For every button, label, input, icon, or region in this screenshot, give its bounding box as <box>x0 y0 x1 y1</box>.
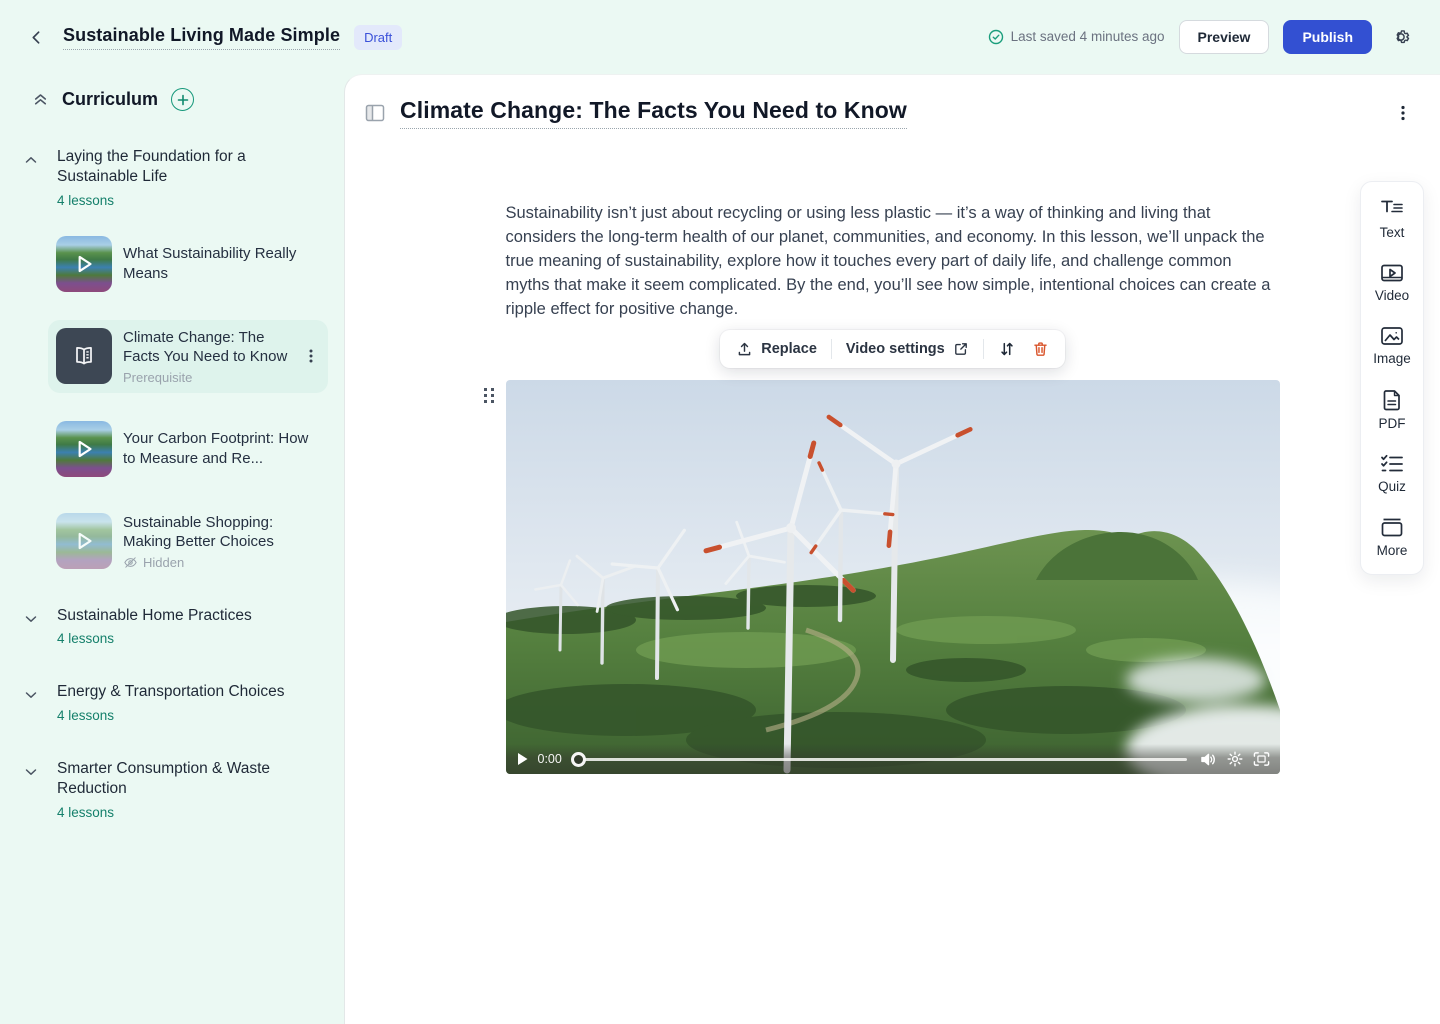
header-actions: Last saved 4 minutes ago Preview Publish <box>988 20 1416 55</box>
lesson-editor-panel: Climate Change: The Facts You Need to Kn… <box>344 74 1440 1024</box>
video-block-toolbar: Replace Video settings <box>720 330 1064 368</box>
chevron-up-icon[interactable] <box>23 152 39 168</box>
video-settings-button[interactable]: Video settings <box>844 339 971 359</box>
section-header[interactable]: Smarter Consumption & Waste Reduction 4 … <box>0 759 344 820</box>
volume-icon[interactable] <box>1200 752 1217 767</box>
last-saved-status: Last saved 4 minutes ago <box>988 29 1165 45</box>
lesson-badge-prerequisite: Prerequisite <box>123 370 291 385</box>
add-quiz-block-button[interactable]: Quiz <box>1372 454 1412 494</box>
add-more-blocks-button[interactable]: More <box>1371 517 1414 558</box>
curriculum-section: Energy & Transportation Choices 4 lesson… <box>0 682 344 722</box>
sidebar-toggle-icon[interactable] <box>363 102 387 124</box>
section-header[interactable]: Sustainable Home Practices 4 lessons <box>0 606 344 646</box>
preview-button[interactable]: Preview <box>1179 20 1270 55</box>
lesson-list: What Sustainability Really Means Climate… <box>0 228 344 578</box>
lesson-title: Your Carbon Footprint: How to Measure an… <box>123 429 320 468</box>
course-title[interactable]: Sustainable Living Made Simple <box>63 25 340 50</box>
section-title: Laying the Foundation for a Sustainable … <box>57 147 320 188</box>
curriculum-sidebar: Curriculum Laying the Foundation for a S… <box>0 74 344 1024</box>
toolbar-divider <box>831 339 832 359</box>
lesson-paragraph[interactable]: Sustainability isn’t just about recyclin… <box>506 201 1280 321</box>
move-reorder-icon[interactable] <box>996 338 1018 360</box>
play-button[interactable] <box>516 752 529 766</box>
curriculum-title: Curriculum <box>62 89 158 110</box>
curriculum-section: Laying the Foundation for a Sustainable … <box>0 147 344 578</box>
lesson-heading[interactable]: Climate Change: The Facts You Need to Kn… <box>400 97 907 129</box>
last-saved-text: Last saved 4 minutes ago <box>1011 29 1165 44</box>
add-pdf-block-button[interactable]: PDF <box>1373 389 1412 431</box>
content-blocks-panel: Text Video Image PDF <box>1360 181 1424 575</box>
lesson-kebab-menu[interactable] <box>302 344 320 368</box>
top-header: Sustainable Living Made Simple Draft Las… <box>0 0 1440 74</box>
curriculum-section: Smarter Consumption & Waste Reduction 4 … <box>0 759 344 820</box>
fullscreen-icon[interactable] <box>1253 751 1270 767</box>
play-icon <box>56 236 112 292</box>
more-stack-icon <box>1380 517 1404 538</box>
play-icon <box>56 513 112 569</box>
section-header[interactable]: Laying the Foundation for a Sustainable … <box>0 147 344 208</box>
lesson-title: What Sustainability Really Means <box>123 244 320 283</box>
curriculum-section: Sustainable Home Practices 4 lessons <box>0 606 344 646</box>
curriculum-header: Curriculum <box>0 88 344 111</box>
chevron-down-icon[interactable] <box>23 764 39 780</box>
external-link-icon <box>953 341 969 357</box>
quiz-checklist-icon <box>1380 454 1404 474</box>
text-icon <box>1380 198 1404 220</box>
lesson-title: Climate Change: The Facts You Need to Kn… <box>123 328 291 367</box>
video-controls-bar: 0:00 <box>506 744 1280 774</box>
add-section-button[interactable] <box>171 88 194 111</box>
add-image-block-button[interactable]: Image <box>1367 326 1417 366</box>
check-circle-icon <box>988 29 1004 45</box>
add-video-block-button[interactable]: Video <box>1369 263 1415 303</box>
lesson-badge-hidden: Hidden <box>143 555 184 570</box>
collapse-all-icon[interactable] <box>30 89 51 110</box>
video-timestamp: 0:00 <box>538 752 562 766</box>
video-icon <box>1380 263 1404 283</box>
settings-gear-icon[interactable] <box>1386 22 1416 52</box>
lesson-title: Sustainable Shopping: Making Better Choi… <box>123 513 320 552</box>
toolbar-divider <box>983 339 984 359</box>
section-title: Sustainable Home Practices <box>57 606 252 626</box>
open-book-icon <box>70 342 98 370</box>
lesson-item[interactable]: What Sustainability Really Means <box>48 228 328 300</box>
lesson-options-kebab[interactable] <box>1392 100 1414 126</box>
video-player[interactable]: 0:00 <box>506 380 1280 774</box>
eye-off-icon <box>123 555 138 570</box>
video-thumbnail <box>56 421 112 477</box>
video-thumbnail <box>56 236 112 292</box>
section-lesson-count: 4 lessons <box>57 631 252 646</box>
publish-button[interactable]: Publish <box>1283 20 1372 55</box>
drag-handle-icon[interactable] <box>481 385 497 406</box>
section-title: Smarter Consumption & Waste Reduction <box>57 759 320 800</box>
video-thumbnail <box>56 513 112 569</box>
player-settings-icon[interactable] <box>1227 751 1243 767</box>
reading-thumbnail <box>56 328 112 384</box>
replace-button[interactable]: Replace <box>734 339 819 360</box>
section-lesson-count: 4 lessons <box>57 708 284 723</box>
section-lesson-count: 4 lessons <box>57 805 320 820</box>
pdf-icon <box>1382 389 1402 411</box>
delete-block-icon[interactable] <box>1030 338 1051 360</box>
play-icon <box>56 421 112 477</box>
lesson-item-hidden[interactable]: Sustainable Shopping: Making Better Choi… <box>48 505 328 578</box>
section-header[interactable]: Energy & Transportation Choices 4 lesson… <box>0 682 344 722</box>
chevron-down-icon[interactable] <box>23 687 39 703</box>
video-progress-bar[interactable] <box>571 752 1187 767</box>
lesson-item[interactable]: Your Carbon Footprint: How to Measure an… <box>48 413 328 485</box>
back-button[interactable] <box>24 25 49 50</box>
image-icon <box>1380 326 1404 346</box>
add-text-block-button[interactable]: Text <box>1374 198 1411 240</box>
lesson-item-selected[interactable]: Climate Change: The Facts You Need to Kn… <box>48 320 328 393</box>
section-lesson-count: 4 lessons <box>57 193 320 208</box>
upload-icon <box>736 341 753 358</box>
status-badge: Draft <box>354 25 402 50</box>
section-title: Energy & Transportation Choices <box>57 682 284 702</box>
video-block: 0:00 <box>506 380 1280 774</box>
chevron-down-icon[interactable] <box>23 611 39 627</box>
video-scene-windfarm <box>506 380 1280 774</box>
